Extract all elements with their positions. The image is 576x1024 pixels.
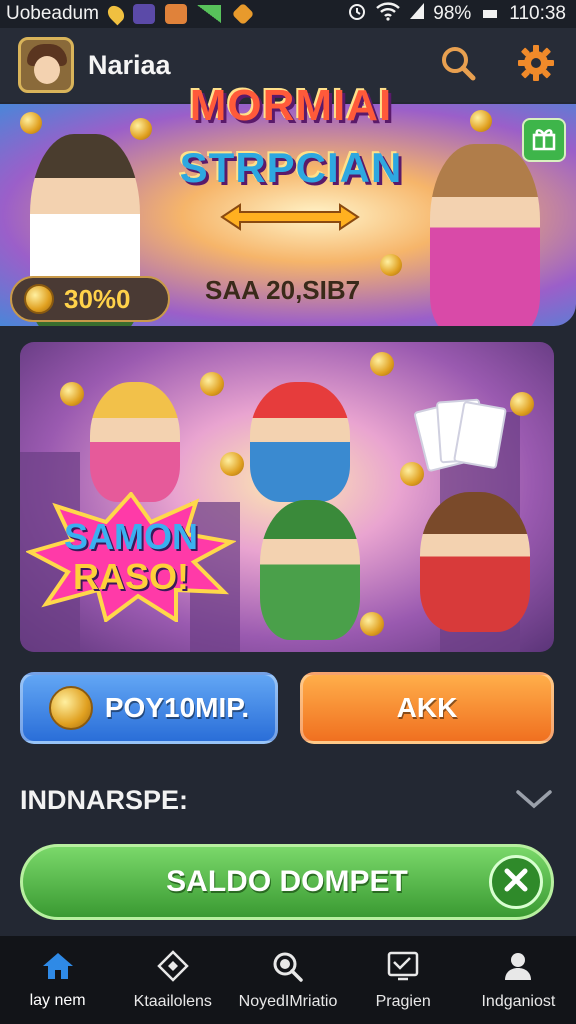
signal-bars-icon bbox=[196, 5, 221, 23]
game-notification-icon bbox=[164, 4, 187, 24]
carrier-name: Uobeadum bbox=[6, 3, 99, 24]
chevron-down-icon[interactable] bbox=[514, 786, 554, 815]
user-name: Nariaa bbox=[88, 49, 171, 80]
nav-item-search[interactable]: NoyedIMriatio bbox=[230, 936, 345, 1024]
bottom-navigation: lay nem Ktaailolens NoyedIMriatio Pragie… bbox=[0, 936, 576, 1024]
nav-item-home[interactable]: lay nem bbox=[0, 936, 115, 1024]
action-button-row: POY10MIP. AKK bbox=[20, 672, 554, 744]
burst-text-line1: SAMON bbox=[64, 516, 198, 557]
wifi-icon bbox=[375, 1, 401, 27]
chart-icon bbox=[386, 950, 420, 987]
nav-item-collections[interactable]: Ktaailolens bbox=[115, 936, 230, 1024]
nav-item-profile[interactable]: Indganiost bbox=[461, 936, 576, 1024]
burst-text-line2: RASO! bbox=[73, 556, 189, 597]
battery-percent: 98% bbox=[433, 3, 472, 24]
coin-decoration bbox=[360, 612, 384, 636]
nav-label: Indganiost bbox=[481, 992, 556, 1010]
home-icon bbox=[41, 951, 75, 986]
double-arrow-icon bbox=[220, 203, 360, 236]
coin-decoration bbox=[60, 382, 84, 406]
avatar-face bbox=[34, 56, 60, 84]
character-cat-girl bbox=[420, 492, 530, 632]
user-avatar[interactable] bbox=[18, 37, 74, 93]
wallet-close-button[interactable] bbox=[489, 855, 543, 909]
coin-decoration bbox=[130, 118, 152, 140]
coin-decoration bbox=[220, 452, 244, 476]
diamond-icon bbox=[156, 949, 190, 987]
profile-icon bbox=[501, 950, 535, 987]
playing-cards-icon bbox=[413, 398, 510, 473]
coin-decoration bbox=[20, 112, 42, 134]
settings-gear-icon bbox=[515, 42, 557, 89]
promo-card[interactable]: SAMON RASO! bbox=[20, 342, 554, 652]
banner-subtitle: SAA 20,SIB7 bbox=[205, 275, 361, 305]
nav-label: Pragien bbox=[375, 992, 431, 1010]
wallet-balance-label: SALDO DOMPET bbox=[166, 865, 408, 898]
coin-decoration bbox=[470, 110, 492, 132]
nav-label: NoyedIMriatio bbox=[238, 992, 338, 1010]
nav-label: lay nem bbox=[29, 991, 86, 1009]
character-redhead bbox=[250, 382, 350, 502]
coin-decoration bbox=[510, 392, 534, 416]
status-bar: Uobeadum 98% 110:38 bbox=[0, 0, 576, 28]
coin-balance-pill[interactable]: 30%0 bbox=[10, 276, 170, 322]
coin-icon bbox=[48, 686, 93, 730]
coin-decoration bbox=[380, 254, 402, 276]
cell-signal-icon bbox=[409, 2, 425, 26]
hero-character-right bbox=[430, 144, 540, 326]
nav-label: Ktaailolens bbox=[133, 992, 212, 1010]
wallet-balance-button[interactable]: SALDO DOMPET bbox=[20, 844, 554, 920]
section-header[interactable]: INDNARSPE: bbox=[20, 770, 554, 830]
secondary-action-button[interactable]: AKK bbox=[300, 672, 554, 744]
coin-amount: 30%0 bbox=[64, 283, 131, 314]
battery-icon bbox=[483, 10, 498, 18]
banner-title-line1: MORMIAI bbox=[189, 81, 393, 130]
settings-button[interactable] bbox=[514, 43, 558, 87]
clock: 110:38 bbox=[509, 3, 566, 24]
coin-decoration bbox=[370, 352, 394, 376]
gift-box-icon bbox=[531, 125, 557, 156]
character-green-hat bbox=[260, 500, 360, 640]
primary-action-button[interactable]: POY10MIP. bbox=[20, 672, 278, 744]
search-icon bbox=[438, 43, 478, 88]
banner-title-line2: STRPCIAN bbox=[179, 144, 403, 191]
search-button[interactable] bbox=[436, 43, 480, 87]
nav-item-progress[interactable]: Pragien bbox=[346, 936, 461, 1024]
close-icon bbox=[502, 866, 530, 899]
starburst-badge: SAMON RASO! bbox=[26, 492, 236, 622]
secondary-action-label: AKK bbox=[396, 692, 458, 723]
character-blonde bbox=[90, 382, 180, 502]
coin-icon bbox=[24, 284, 54, 314]
coin-decoration bbox=[200, 372, 224, 396]
search-icon bbox=[271, 950, 305, 987]
section-title: INDNARSPE: bbox=[20, 784, 189, 815]
app-notification-icon bbox=[132, 4, 155, 24]
location-pin-icon bbox=[104, 2, 128, 26]
alarm-icon bbox=[347, 1, 367, 27]
diamond-notification-icon bbox=[231, 2, 255, 26]
bonus-badge-button[interactable] bbox=[522, 118, 566, 162]
primary-action-label: POY10MIP. bbox=[104, 692, 250, 723]
